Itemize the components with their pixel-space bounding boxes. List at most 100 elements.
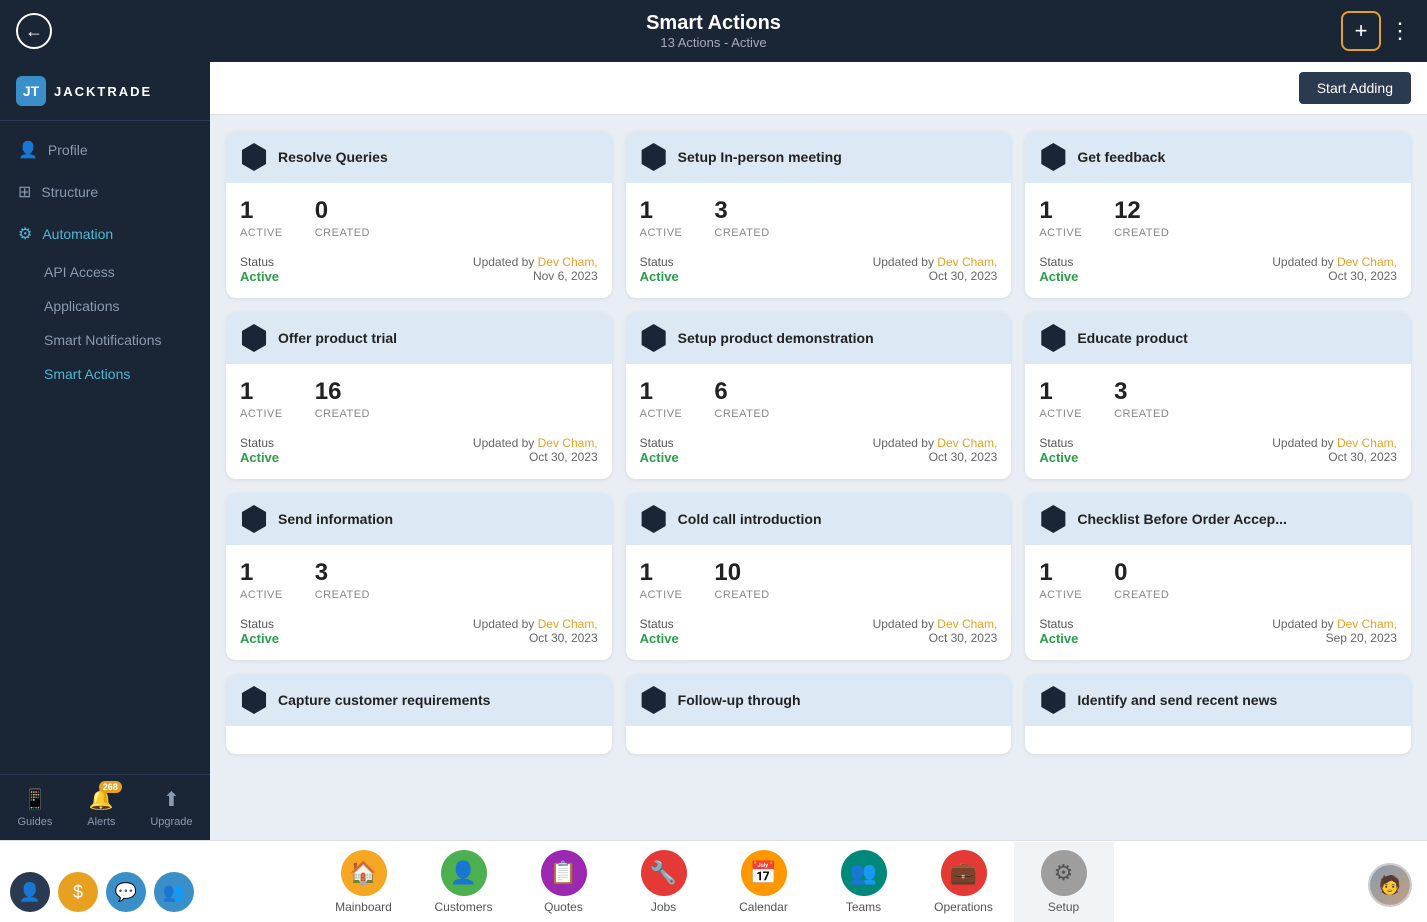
stat-created-label: CREATED xyxy=(315,408,370,420)
sidebar-item-smart-notifications[interactable]: Smart Notifications xyxy=(0,323,210,357)
header-right: + ⋮ xyxy=(1341,11,1411,51)
stat-active-label: ACTIVE xyxy=(240,589,283,601)
action-card-offer-product-trial[interactable]: Offer product trial 1 ACTIVE 16 CREATED xyxy=(226,312,612,479)
card-header: Cold call introduction xyxy=(626,493,1012,545)
main-layout: JT JACKTRADE 👤 Profile ⊞ Structure ⚙ Aut… xyxy=(0,62,1427,840)
status-label: Status xyxy=(640,255,679,269)
update-link[interactable]: Dev Cham, xyxy=(538,617,598,631)
guides-icon: 📱 xyxy=(22,787,47,812)
action-card-cold-call-introduction[interactable]: Cold call introduction 1 ACTIVE 10 CREAT… xyxy=(626,493,1012,660)
status-label: Status xyxy=(1039,617,1078,631)
action-card-educate-product[interactable]: Educate product 1 ACTIVE 3 CREATED xyxy=(1025,312,1411,479)
more-options-button[interactable]: ⋮ xyxy=(1389,18,1411,44)
card-body: 1 ACTIVE 0 CREATED Status Active Updated… xyxy=(226,183,612,298)
nav-label-operations: Operations xyxy=(934,900,993,914)
status-label: Status xyxy=(240,436,279,450)
status-value: Active xyxy=(1039,269,1078,284)
automation-icon: ⚙ xyxy=(18,224,32,244)
start-adding-button[interactable]: Start Adding xyxy=(1299,72,1411,104)
action-card-identify-send-news[interactable]: Identify and send recent news xyxy=(1025,674,1411,754)
user-avatar[interactable]: 🧑 xyxy=(1368,863,1412,907)
nav-item-operations[interactable]: 💼 Operations xyxy=(914,842,1014,922)
card-icon xyxy=(1039,505,1067,533)
update-link[interactable]: Dev Cham, xyxy=(1337,436,1397,450)
status-value: Active xyxy=(240,450,279,465)
nav-item-mainboard[interactable]: 🏠 Mainboard xyxy=(314,842,414,922)
stat-active-label: ACTIVE xyxy=(240,408,283,420)
nav-label-quotes: Quotes xyxy=(544,900,583,914)
status-label: Status xyxy=(640,617,679,631)
add-button[interactable]: + xyxy=(1341,11,1381,51)
action-card-send-information[interactable]: Send information 1 ACTIVE 3 CREATED xyxy=(226,493,612,660)
card-icon xyxy=(1039,324,1067,352)
sidebar-item-api-access[interactable]: API Access xyxy=(0,255,210,289)
update-link[interactable]: Dev Cham, xyxy=(1337,255,1397,269)
stat-active-label: ACTIVE xyxy=(240,227,283,239)
nav-icon-jobs: 🔧 xyxy=(641,850,687,896)
sidebar-item-applications[interactable]: Applications xyxy=(0,289,210,323)
sidebar-label-smart-notifications: Smart Notifications xyxy=(44,332,161,348)
update-link[interactable]: Dev Cham, xyxy=(538,255,598,269)
stat-created-num: 0 xyxy=(1114,559,1169,587)
sidebar-label-profile: Profile xyxy=(48,142,88,158)
card-header: Checklist Before Order Accep... xyxy=(1025,493,1411,545)
action-card-capture-customer[interactable]: Capture customer requirements xyxy=(226,674,612,754)
status-value: Active xyxy=(640,450,679,465)
header-center: Smart Actions 13 Actions - Active xyxy=(646,12,781,50)
update-block: Updated by Dev Cham,Oct 30, 2023 xyxy=(473,617,598,645)
card-title: Send information xyxy=(278,511,393,527)
sidebar-alerts[interactable]: 🔔 268 Alerts xyxy=(87,787,115,828)
update-link[interactable]: Dev Cham, xyxy=(937,255,997,269)
nav-icon-calendar: 📅 xyxy=(741,850,787,896)
card-body: 1 ACTIVE 6 CREATED Status Active Updated… xyxy=(626,364,1012,479)
action-card-follow-up-through[interactable]: Follow-up through xyxy=(626,674,1012,754)
nav-item-customers[interactable]: 👤 Customers xyxy=(414,842,514,922)
card-header: Follow-up through xyxy=(626,674,1012,726)
dollar-icon-button[interactable]: $ xyxy=(58,872,98,912)
logo-icon: JT xyxy=(16,76,46,106)
action-card-setup-product-demo[interactable]: Setup product demonstration 1 ACTIVE 6 C… xyxy=(626,312,1012,479)
update-link[interactable]: Dev Cham, xyxy=(937,436,997,450)
user-icon-button[interactable]: 👤 xyxy=(10,872,50,912)
nav-item-jobs[interactable]: 🔧 Jobs xyxy=(614,842,714,922)
card-icon xyxy=(1039,686,1067,714)
card-body: 1 ACTIVE 3 CREATED Status Active Updated… xyxy=(226,545,612,660)
content-area: Start Adding Resolve Queries 1 ACTIVE 0 … xyxy=(210,62,1427,840)
sidebar-upgrade[interactable]: ⬆ Upgrade xyxy=(150,787,192,828)
card-body: 1 ACTIVE 0 CREATED Status Active Updated… xyxy=(1025,545,1411,660)
sidebar-guides[interactable]: 📱 Guides xyxy=(17,787,52,828)
card-title: Setup product demonstration xyxy=(678,330,874,346)
stat-active-label: ACTIVE xyxy=(1039,589,1082,601)
update-block: Updated by Dev Cham,Oct 30, 2023 xyxy=(873,255,998,283)
nav-item-teams[interactable]: 👥 Teams xyxy=(814,842,914,922)
nav-item-calendar[interactable]: 📅 Calendar xyxy=(714,842,814,922)
card-icon xyxy=(240,324,268,352)
alerts-icon: 🔔 268 xyxy=(89,787,114,812)
chat-icon-button[interactable]: 💬 xyxy=(106,872,146,912)
nav-icon-customers: 👤 xyxy=(441,850,487,896)
status-value: Active xyxy=(240,631,279,646)
nav-item-quotes[interactable]: 📋 Quotes xyxy=(514,842,614,922)
back-button[interactable]: ← xyxy=(16,13,52,49)
status-value: Active xyxy=(1039,450,1078,465)
stat-created-num: 16 xyxy=(315,378,370,406)
action-card-resolve-queries[interactable]: Resolve Queries 1 ACTIVE 0 CREATED xyxy=(226,131,612,298)
update-link[interactable]: Dev Cham, xyxy=(538,436,598,450)
action-card-get-feedback[interactable]: Get feedback 1 ACTIVE 12 CREATED St xyxy=(1025,131,1411,298)
action-card-setup-inperson[interactable]: Setup In-person meeting 1 ACTIVE 3 CREAT… xyxy=(626,131,1012,298)
card-title: Resolve Queries xyxy=(278,149,388,165)
update-link[interactable]: Dev Cham, xyxy=(937,617,997,631)
sidebar-item-automation[interactable]: ⚙ Automation xyxy=(0,213,210,255)
sidebar-item-profile[interactable]: 👤 Profile xyxy=(0,129,210,171)
group-icon-button[interactable]: 👥 xyxy=(154,872,194,912)
card-icon xyxy=(640,686,668,714)
card-body: 1 ACTIVE 3 CREATED Status Active Updated… xyxy=(626,183,1012,298)
nav-item-setup[interactable]: ⚙ Setup xyxy=(1014,842,1114,922)
nav-label-mainboard: Mainboard xyxy=(335,900,392,914)
alerts-label: Alerts xyxy=(87,816,115,828)
sidebar-item-smart-actions[interactable]: Smart Actions xyxy=(0,357,210,391)
update-link[interactable]: Dev Cham, xyxy=(1337,617,1397,631)
sidebar-item-structure[interactable]: ⊞ Structure xyxy=(0,171,210,213)
stat-active-num: 1 xyxy=(1039,559,1082,587)
action-card-checklist-before-order[interactable]: Checklist Before Order Accep... 1 ACTIVE… xyxy=(1025,493,1411,660)
